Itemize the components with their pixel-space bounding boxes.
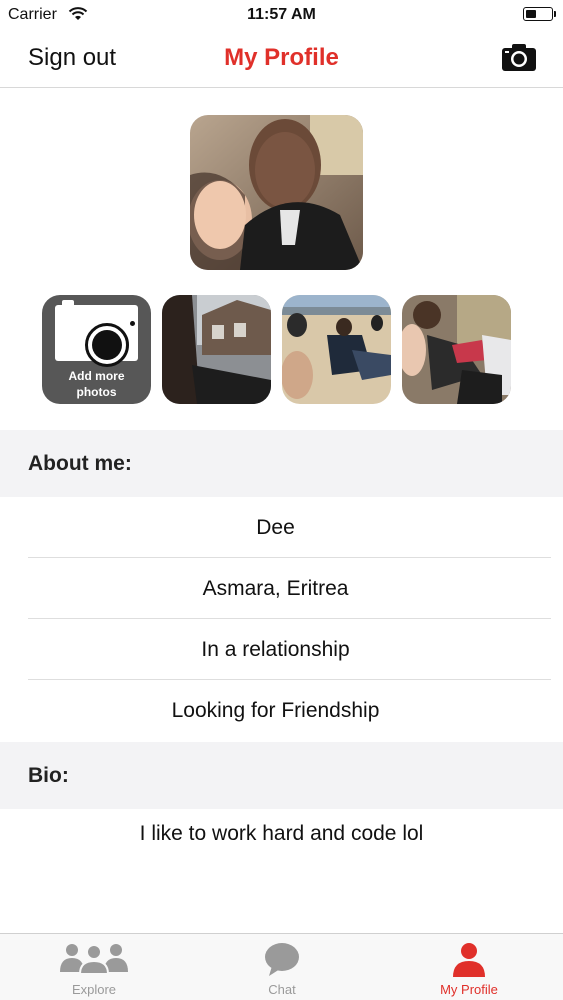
tab-bar: Explore Chat My Profile	[0, 933, 563, 1000]
about-me-title: About me:	[28, 452, 132, 475]
tab-my-profile[interactable]: My Profile	[375, 934, 563, 1000]
about-row-name[interactable]: Dee	[28, 497, 551, 558]
photo-thumbnail-1[interactable]	[162, 295, 271, 404]
chat-bubble-icon	[265, 943, 299, 976]
status-bar: Carrier 11:57 AM	[0, 0, 563, 30]
about-row-label: Looking for Friendship	[171, 699, 380, 722]
battery-level	[526, 10, 536, 18]
nav-bar: Sign out My Profile	[0, 30, 563, 88]
status-time: 11:57 AM	[247, 6, 316, 23]
people-icon	[60, 944, 128, 974]
about-row-looking-for[interactable]: Looking for Friendship	[28, 680, 551, 741]
about-me-header: About me:	[0, 430, 563, 497]
about-row-label: Dee	[256, 516, 295, 539]
add-photos-button[interactable]: Add more photos	[42, 295, 151, 404]
about-row-relationship[interactable]: In a relationship	[28, 619, 551, 680]
sign-out-button[interactable]: Sign out	[28, 44, 116, 72]
main-photo-image	[190, 115, 363, 270]
camera-lens	[85, 323, 129, 367]
tab-explore[interactable]: Explore	[0, 934, 188, 1000]
bio-text[interactable]: I like to work hard and code lol	[0, 822, 563, 846]
tab-label-explore: Explore	[71, 982, 117, 997]
photo-thumbnails: Add more photos	[42, 295, 512, 405]
main-profile-photo[interactable]	[190, 115, 363, 270]
about-row-location[interactable]: Asmara, Eritrea	[28, 558, 551, 619]
tab-label-chat: Chat	[268, 982, 296, 997]
about-row-label: In a relationship	[201, 638, 350, 661]
camera-icon[interactable]	[501, 42, 537, 72]
tab-chat[interactable]: Chat	[188, 934, 376, 1000]
about-row-label: Asmara, Eritrea	[202, 577, 349, 600]
bio-title: Bio:	[28, 764, 69, 787]
battery-icon	[523, 7, 556, 21]
bio-header: Bio:	[0, 742, 563, 809]
person-icon	[453, 943, 485, 977]
tab-label-my-profile: My Profile	[440, 982, 498, 997]
camera-icon	[55, 305, 138, 367]
add-photos-label: Add more photos	[68, 369, 125, 399]
photo-thumbnail-3[interactable]	[402, 295, 511, 404]
photo-thumbnail-2[interactable]	[282, 295, 391, 404]
